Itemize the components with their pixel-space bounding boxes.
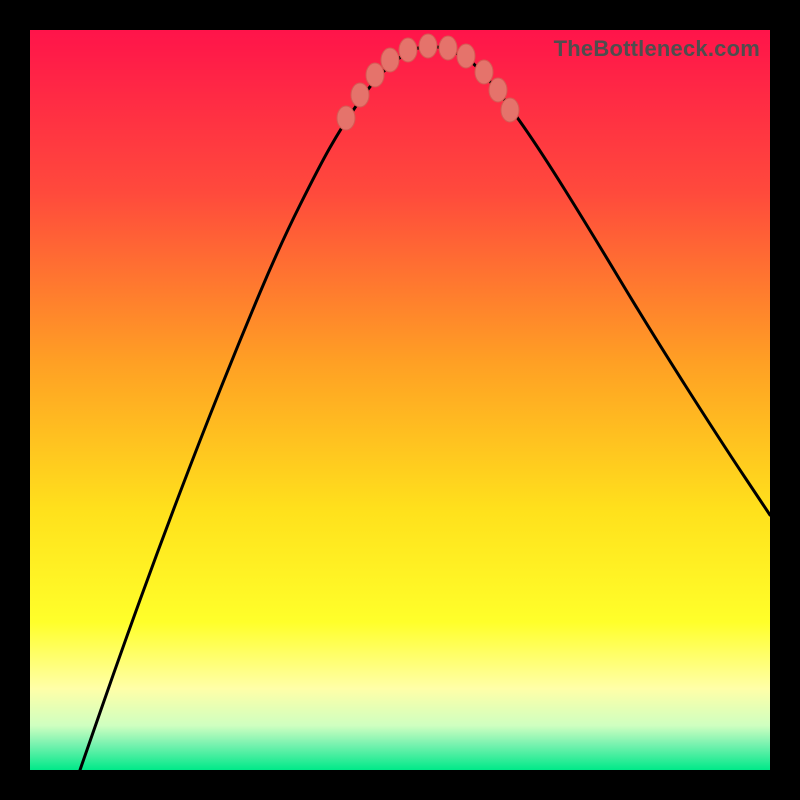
curve-marker bbox=[351, 83, 369, 107]
curve-marker bbox=[419, 34, 437, 58]
curve-marker bbox=[381, 48, 399, 72]
bottleneck-curve bbox=[80, 46, 770, 770]
curve-marker bbox=[457, 44, 475, 68]
curve-marker bbox=[489, 78, 507, 102]
curve-marker bbox=[399, 38, 417, 62]
curve-marker bbox=[475, 60, 493, 84]
curve-markers bbox=[337, 34, 519, 130]
curve-marker bbox=[337, 106, 355, 130]
curve-marker bbox=[366, 63, 384, 87]
plot-area: TheBottleneck.com bbox=[30, 30, 770, 770]
curve-layer bbox=[30, 30, 770, 770]
curve-marker bbox=[439, 36, 457, 60]
curve-marker bbox=[501, 98, 519, 122]
chart-stage: TheBottleneck.com bbox=[0, 0, 800, 800]
